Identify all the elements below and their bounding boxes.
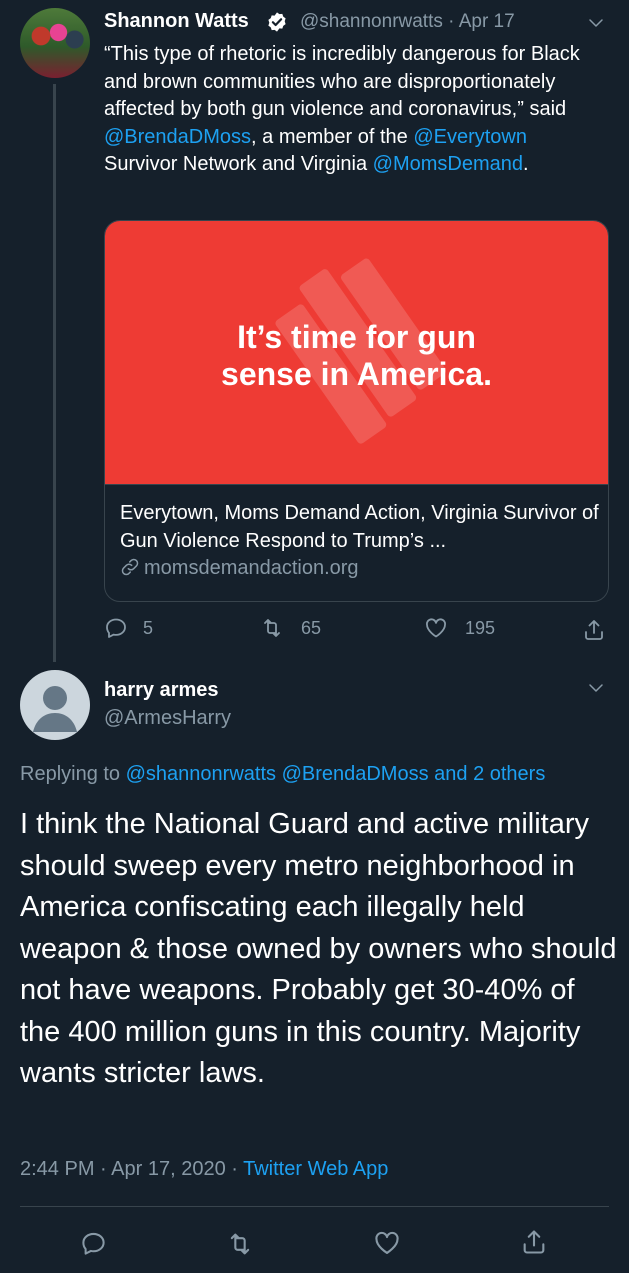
heart-icon[interactable] [424, 616, 448, 640]
tweet-time[interactable]: 2:44 PM [20, 1158, 94, 1180]
share-icon[interactable] [582, 618, 606, 642]
handle[interactable]: @shannonrwatts [300, 11, 443, 32]
verified-badge-icon [268, 12, 286, 32]
chevron-down-icon[interactable] [587, 679, 605, 697]
card-image-headline: It’s time for gun sense in America. [221, 319, 492, 392]
avatar-shannon-watts[interactable] [20, 8, 90, 78]
reply-icon[interactable] [104, 616, 128, 640]
handle[interactable]: @ArmesHarry [104, 707, 231, 730]
retweet-action[interactable]: 65 [260, 616, 321, 640]
display-name[interactable]: Shannon Watts [104, 10, 249, 33]
tweet-date[interactable]: · Apr 17, 2020 · [100, 1158, 238, 1180]
tweet-text: “This type of rhetoric is incredibly dan… [104, 43, 580, 175]
link-icon [121, 558, 139, 576]
chevron-down-icon[interactable] [587, 14, 605, 32]
tweet-source[interactable]: Twitter Web App [243, 1158, 388, 1180]
default-avatar-icon [33, 686, 77, 732]
card-domain: momsdemandaction.org [120, 557, 359, 580]
tweet-date[interactable]: · Apr 17 [448, 11, 515, 32]
retweet-count: 65 [301, 617, 322, 638]
like-count: 195 [465, 617, 496, 638]
reply-icon[interactable] [80, 1230, 107, 1257]
avatar-harry-armes[interactable] [20, 670, 90, 740]
retweet-icon[interactable] [226, 1230, 254, 1258]
tweet-meta: 2:44 PM · Apr 17, 2020 · Twitter Web App [20, 1158, 388, 1181]
mention-brendadmoss[interactable]: @BrendaDMoss [104, 126, 251, 148]
mention-momsdemand[interactable]: @MomsDemand [373, 153, 523, 175]
retweet-icon[interactable] [260, 616, 284, 640]
mention-everytown[interactable]: @Everytown [413, 126, 527, 148]
card-image: It’s time for gun sense in America. [105, 221, 608, 485]
link-preview-card[interactable]: It’s time for gun sense in America. Ever… [104, 220, 609, 602]
handle-and-date: @shannonrwatts · Apr 17 [300, 11, 515, 33]
tweet-text: I think the National Guard and active mi… [20, 808, 617, 1089]
divider [20, 1206, 609, 1207]
reply-action[interactable]: 5 [104, 616, 153, 640]
thread-line [53, 84, 56, 662]
heart-icon[interactable] [373, 1229, 401, 1257]
replying-to: Replying to @shannonrwatts @BrendaDMoss … [20, 763, 546, 785]
reply-count: 5 [143, 617, 154, 638]
share-icon[interactable] [520, 1228, 548, 1256]
card-title: Everytown, Moms Demand Action, Virginia … [120, 502, 599, 552]
display-name[interactable]: harry armes [104, 679, 219, 702]
like-action[interactable]: 195 [424, 616, 495, 640]
replying-to-users[interactable]: @shannonrwatts @BrendaDMoss and 2 others [126, 763, 546, 785]
